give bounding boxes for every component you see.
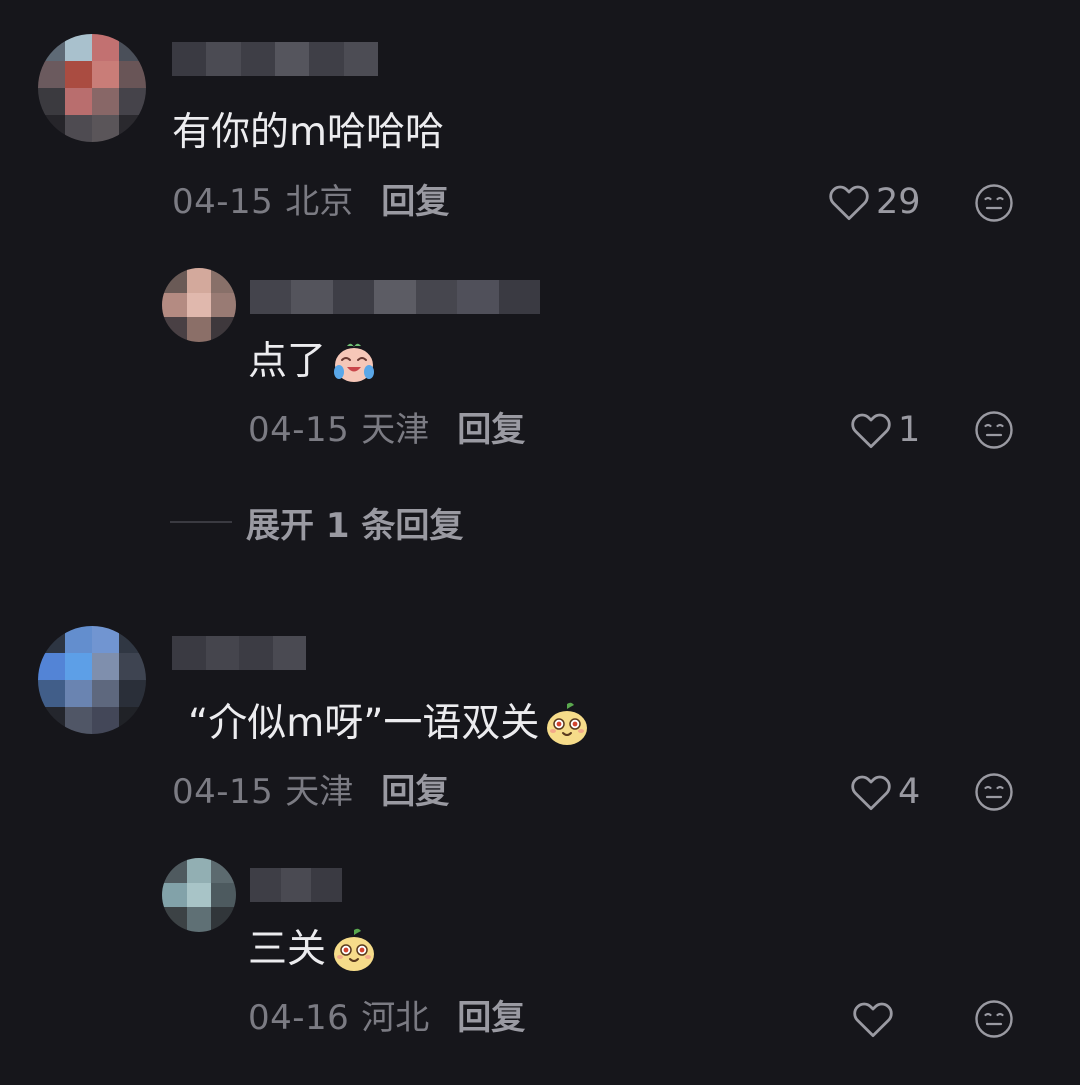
reply-item: 三关 04-16 河北 回复 bbox=[0, 0, 1080, 1085]
avatar[interactable] bbox=[162, 858, 236, 932]
comment-text: 三关 bbox=[248, 926, 378, 974]
comment-meta: 04-16 河北 回复 bbox=[248, 998, 525, 1038]
emoji-face-icon[interactable] bbox=[974, 999, 1014, 1039]
comment-date: 04-16 bbox=[248, 998, 350, 1038]
comment-text-content: 三关 bbox=[248, 927, 327, 972]
username-blurred[interactable] bbox=[250, 868, 343, 902]
reply-button[interactable]: 回复 bbox=[457, 998, 525, 1038]
like-button[interactable] bbox=[852, 997, 900, 1041]
smug-bean-emoji bbox=[334, 928, 375, 971]
heart-outline-icon bbox=[853, 1002, 893, 1038]
comment-location: 河北 bbox=[361, 998, 430, 1038]
